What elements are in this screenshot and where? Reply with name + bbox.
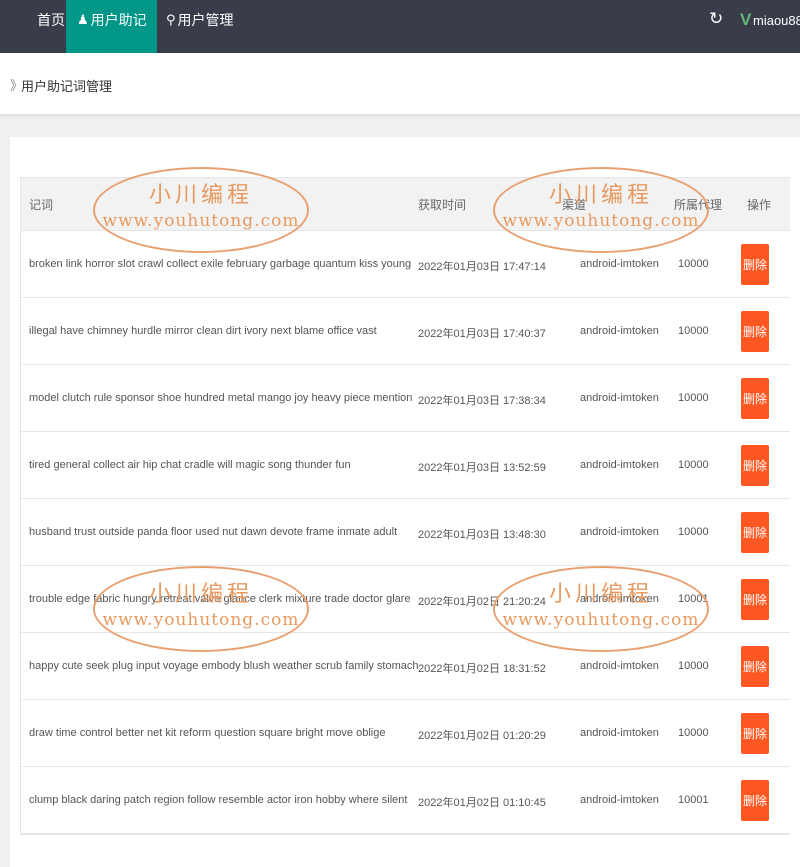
mnemonic-table: 记词 获取时间 渠道 所属代理 操作 broken link horror sl… [20, 177, 790, 835]
table-row: illegal have chimney hurdle mirror clean… [21, 298, 790, 365]
user-menu[interactable]: miaou888 ^ [753, 13, 800, 28]
delete-button[interactable]: 删除 [741, 512, 769, 553]
mnemonic-words: model clutch rule sponsor shoe hundred m… [29, 392, 413, 404]
mnemonic-words: happy cute seek plug input voyage embody… [29, 660, 419, 672]
table-row: happy cute seek plug input voyage embody… [21, 633, 790, 700]
header-action: 操作 [747, 198, 772, 212]
table-row: husband trust outside panda floor used n… [21, 499, 790, 566]
mnemonic-words: husband trust outside panda floor used n… [29, 526, 398, 538]
channel: android-imtoken [580, 794, 659, 806]
obtained-time: 2022年01月02日 01:20:29 [418, 730, 546, 742]
user-outline-icon: ⚲ [166, 12, 176, 27]
agent-code: 10000 [678, 258, 709, 270]
delete-button[interactable]: 删除 [741, 445, 769, 486]
obtained-time: 2022年01月03日 13:48:30 [418, 529, 546, 541]
table-row: broken link horror slot crawl collect ex… [21, 231, 790, 298]
channel: android-imtoken [580, 593, 659, 605]
mnemonic-words: draw time control better net kit reform … [29, 727, 386, 739]
mnemonic-words: trouble edge fabric hungry retreat valve… [29, 593, 411, 605]
breadcrumb: 》 用户助记词管理 [0, 53, 800, 115]
obtained-time: 2022年01月02日 01:10:45 [418, 797, 546, 809]
delete-button[interactable]: 删除 [741, 579, 769, 620]
table-header: 记词 获取时间 渠道 所属代理 操作 [21, 178, 790, 231]
top-navbar: 首页 ♟ 用户助记词管理 ⚲ 用户管理 ↻ V miaou888 ^ [0, 0, 800, 68]
agent-code: 10001 [678, 593, 709, 605]
channel: android-imtoken [580, 392, 659, 404]
channel: android-imtoken [580, 727, 659, 739]
agent-code: 10000 [678, 325, 709, 337]
channel: android-imtoken [580, 660, 659, 672]
obtained-time: 2022年01月02日 21:20:24 [418, 596, 546, 608]
obtained-time: 2022年01月02日 18:31:52 [418, 663, 546, 675]
table-body: broken link horror slot crawl collect ex… [21, 231, 790, 834]
nav-home[interactable]: 首页 [37, 0, 65, 53]
channel: android-imtoken [580, 325, 659, 337]
delete-button[interactable]: 删除 [741, 244, 769, 285]
obtained-time: 2022年01月03日 17:38:34 [418, 395, 546, 407]
obtained-time: 2022年01月03日 17:40:37 [418, 328, 546, 340]
content-panel: 记词 获取时间 渠道 所属代理 操作 broken link horror sl… [10, 137, 800, 867]
mnemonic-words: tired general collect air hip chat cradl… [29, 459, 351, 471]
mnemonic-words: clump black daring patch region follow r… [29, 794, 408, 806]
agent-code: 10001 [678, 794, 709, 806]
obtained-time: 2022年01月03日 13:52:59 [418, 462, 546, 474]
mnemonic-words: broken link horror slot crawl collect ex… [29, 258, 412, 270]
obtained-time: 2022年01月03日 17:47:14 [418, 261, 546, 273]
channel: android-imtoken [580, 258, 659, 270]
username: miaou888 [753, 13, 800, 28]
channel: android-imtoken [580, 526, 659, 538]
agent-code: 10000 [678, 660, 709, 672]
v-logo-icon: V [740, 10, 752, 29]
delete-button[interactable]: 删除 [741, 311, 769, 352]
delete-button[interactable]: 删除 [741, 713, 769, 754]
user-icon: ♟ [77, 12, 89, 27]
header-channel: 渠道 [562, 198, 587, 212]
table-row: clump black daring patch region follow r… [21, 767, 790, 834]
breadcrumb-current: 用户助记词管理 [21, 79, 113, 94]
agent-code: 10000 [678, 459, 709, 471]
table-row: draw time control better net kit reform … [21, 700, 790, 767]
nav-home-label: 首页 [37, 12, 65, 28]
refresh-icon[interactable]: ↻ [709, 9, 723, 29]
nav-user-management[interactable]: ⚲ 用户管理 [166, 0, 234, 53]
channel: android-imtoken [580, 459, 659, 471]
nav-user-label: 用户管理 [177, 12, 234, 28]
nav-mnemonic-management[interactable]: ♟ 用户助记词管理 [66, 0, 157, 68]
agent-code: 10000 [678, 526, 709, 538]
table-row: model clutch rule sponsor shoe hundred m… [21, 365, 790, 432]
header-word: 记词 [29, 198, 54, 212]
agent-code: 10000 [678, 392, 709, 404]
header-time: 获取时间 [418, 198, 467, 212]
table-row: trouble edge fabric hungry retreat valve… [21, 566, 790, 633]
table-row: tired general collect air hip chat cradl… [21, 432, 790, 499]
delete-button[interactable]: 删除 [741, 646, 769, 687]
mnemonic-words: illegal have chimney hurdle mirror clean… [29, 325, 377, 337]
agent-code: 10000 [678, 727, 709, 739]
delete-button[interactable]: 删除 [741, 780, 769, 821]
delete-button[interactable]: 删除 [741, 378, 769, 419]
header-agent: 所属代理 [674, 198, 723, 212]
